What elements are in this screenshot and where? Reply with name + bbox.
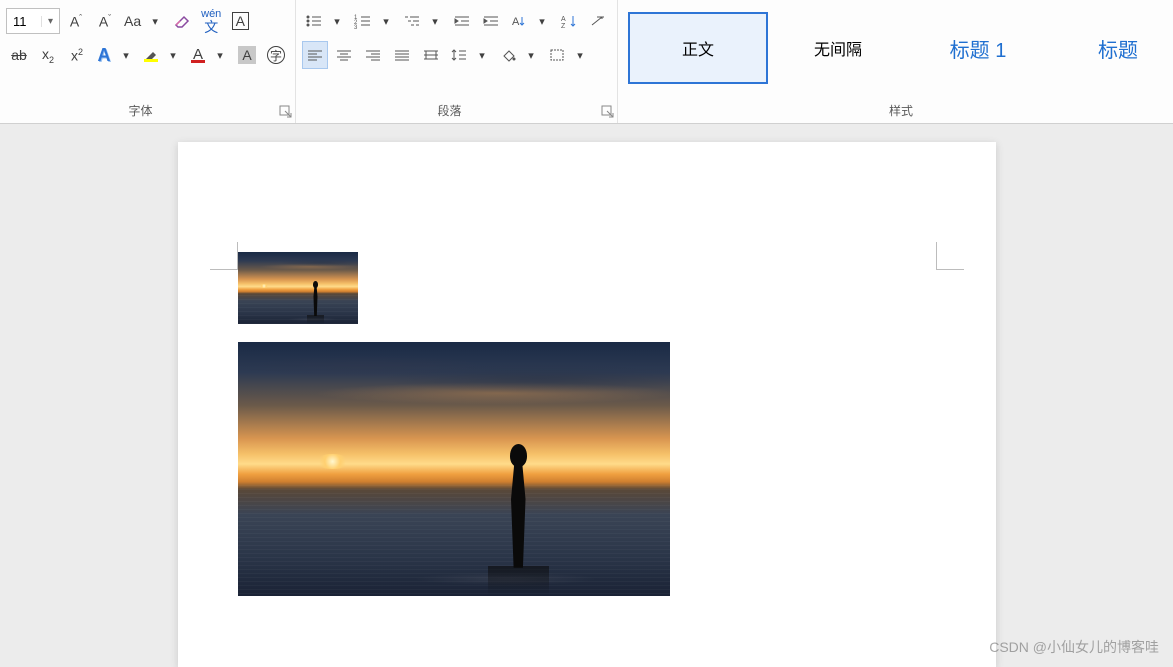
distribute-icon [422,47,440,63]
shrink-font-button[interactable]: Aˇ [92,7,118,35]
clear-formatting-button[interactable] [169,7,195,35]
line-spacing-dropdown[interactable]: ▾ [471,41,493,69]
character-shading-button[interactable]: A [234,41,260,69]
distribute-button[interactable] [418,41,444,69]
align-right-icon [364,47,382,63]
align-left-button[interactable] [302,41,328,69]
style-item-标题[interactable]: 标题 [1048,12,1173,84]
svg-text:Z: Z [561,23,566,29]
inserted-image-large[interactable] [238,342,670,596]
bullets-button[interactable] [302,7,326,35]
numbering-button[interactable]: 123 [351,7,375,35]
align-center-icon [335,47,353,63]
line-spacing-button[interactable] [447,41,471,69]
font-group-label: 字体 [0,102,281,119]
inserted-image-small[interactable] [238,252,358,324]
pilcrow-icon [589,13,607,29]
svg-text:A: A [561,16,566,23]
text-effects-button[interactable]: A [93,41,115,69]
font-group: ▾ Aˆ Aˇ Aa ▾ wén文 A ab x2 x2 A ▾ [0,0,296,123]
shading-dropdown[interactable]: ▾ [520,41,542,69]
page[interactable] [178,142,996,667]
style-item-正文[interactable]: 正文 [628,12,768,84]
borders-dropdown[interactable]: ▾ [569,41,591,69]
subscript-button[interactable]: x2 [35,41,61,69]
align-right-button[interactable] [360,41,386,69]
font-dialog-launcher[interactable] [279,105,293,119]
highlight-dropdown[interactable]: ▾ [162,41,184,69]
borders-button[interactable] [545,41,569,69]
multilevel-dropdown[interactable]: ▾ [424,7,446,35]
highlight-button[interactable] [140,41,162,69]
justify-button[interactable] [389,41,415,69]
text-effects-dropdown[interactable]: ▾ [115,41,137,69]
align-left-icon [306,47,324,63]
paragraph-dialog-launcher[interactable] [601,105,615,119]
grow-font-button[interactable]: Aˆ [63,7,89,35]
font-color-button[interactable]: A [187,41,209,69]
multilevel-list-button[interactable] [400,7,424,35]
align-center-button[interactable] [331,41,357,69]
style-gallery[interactable]: 正文无间隔标题 1标题 [624,4,1173,86]
paragraph-group-label: 段落 [296,102,603,119]
sort-button[interactable]: AZ [556,7,582,35]
change-case-button[interactable]: Aa [121,7,144,35]
chevron-down-icon[interactable]: ▾ [41,16,59,27]
multilevel-icon [403,13,421,29]
styles-group: 正文无间隔标题 1标题 样式 [618,0,1173,123]
svg-text:3: 3 [354,25,358,29]
text-direction-button[interactable]: A [507,7,531,35]
enclose-characters-button[interactable]: 字 [263,41,289,69]
sort-icon: AZ [560,13,578,29]
line-spacing-icon [450,47,468,63]
eraser-icon [172,11,192,31]
svg-text:A: A [512,16,520,28]
change-case-dropdown[interactable]: ▾ [144,7,166,35]
numbering-icon: 123 [354,13,372,29]
margin-marker-top-left [210,242,238,270]
styles-group-label: 样式 [618,102,1173,119]
outdent-icon [453,13,471,29]
text-direction-icon: A [510,13,528,29]
font-size-input[interactable] [7,14,41,29]
font-size-combo[interactable]: ▾ [6,8,60,34]
superscript-button[interactable]: x2 [64,41,90,69]
indent-icon [482,13,500,29]
decrease-indent-button[interactable] [449,7,475,35]
margin-marker-top-right [936,242,964,270]
style-item-无间隔[interactable]: 无间隔 [768,12,908,84]
bullets-dropdown[interactable]: ▾ [326,7,348,35]
document-area [0,124,1173,667]
ribbon: ▾ Aˆ Aˇ Aa ▾ wén文 A ab x2 x2 A ▾ [0,0,1173,124]
shading-button[interactable] [496,41,520,69]
borders-icon [548,47,566,63]
strikethrough-button[interactable]: ab [6,41,32,69]
bullets-icon [305,13,323,29]
text-direction-dropdown[interactable]: ▾ [531,7,553,35]
character-border-button[interactable]: A [227,7,253,35]
font-color-dropdown[interactable]: ▾ [209,41,231,69]
numbering-dropdown[interactable]: ▾ [375,7,397,35]
increase-indent-button[interactable] [478,7,504,35]
paint-bucket-icon [499,47,517,63]
justify-icon [393,47,411,63]
watermark-text: CSDN @小仙女儿的博客哇 [989,637,1159,657]
show-marks-button[interactable] [585,7,611,35]
phonetic-guide-button[interactable]: wén文 [198,7,224,35]
style-item-标题 1[interactable]: 标题 1 [908,12,1048,84]
paragraph-group: ▾ 123▾ ▾ A▾ AZ ▾ ▾ ▾ 段落 [296,0,618,123]
